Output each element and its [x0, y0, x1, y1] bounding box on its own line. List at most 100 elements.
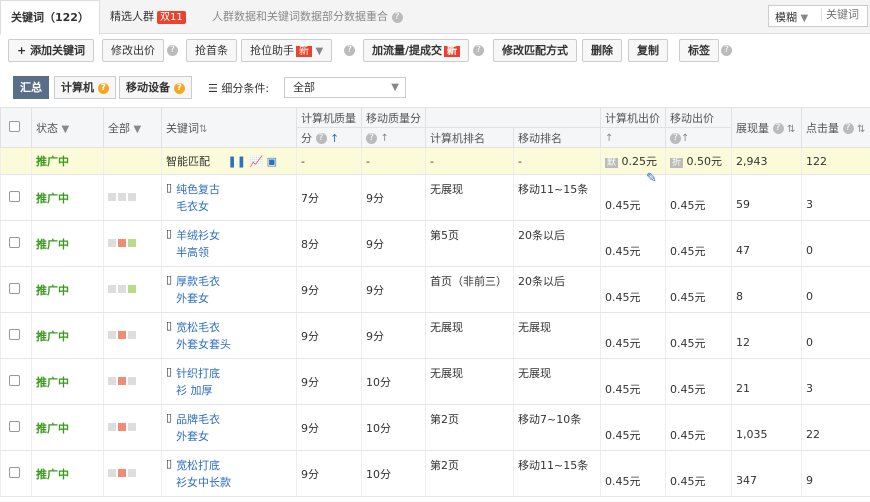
question-icon[interactable]: ? [366, 132, 377, 144]
clicks-header-label: 点击量 [806, 121, 839, 135]
pc-bid-sub[interactable]: ↑ [600, 127, 666, 148]
pc-bid[interactable]: 0.45元 [600, 266, 666, 313]
tab-bar: 关键词（122） 精选人群 双11 人群数据和关键词数据部分数据重合 ? 模糊 ▼ [0, 0, 870, 35]
pc-bid-header[interactable]: 计算机出价 [600, 107, 666, 128]
quality-squares [103, 358, 162, 405]
keyword-link[interactable]: 品牌毛衣 外套女 [176, 411, 220, 445]
pc-quality-score: 9分 [296, 266, 362, 313]
tag-button[interactable]: 标签 [679, 39, 719, 62]
all-header[interactable]: 全部 ▼ [103, 107, 162, 148]
row-checkbox[interactable] [9, 236, 20, 248]
mobile-bid[interactable]: 0.45元 [665, 450, 732, 497]
impressions-header[interactable]: 展现量 ? ⇅ [731, 107, 802, 148]
pc-bid[interactable]: 0.45元 [600, 450, 666, 497]
row-checkbox[interactable] [9, 420, 20, 432]
copy-button[interactable]: 复制 [628, 39, 668, 62]
question-icon[interactable]: ? [391, 11, 403, 23]
mobile-quality-sub[interactable]: ? ↑ [361, 127, 426, 148]
keyword-link[interactable]: 羊绒衫女 半高领 [176, 227, 220, 261]
search-input[interactable] [821, 8, 867, 21]
question-icon[interactable]: ? [315, 133, 327, 144]
mobile-chart-icon[interactable]: ▣ [267, 155, 277, 168]
trend-chart-icon[interactable]: 📈 [249, 155, 263, 168]
keyword-link[interactable]: 宽松毛衣 外套女套头 [176, 319, 231, 353]
question-icon[interactable]: ? [173, 82, 185, 94]
keyword-link[interactable]: 宽松打底 衫女中长款 [176, 457, 231, 491]
smart-mobile-bid[interactable]: 折 0.50元 [665, 147, 732, 175]
modify-bid-button[interactable]: 修改出价 [102, 39, 164, 62]
pc-bid[interactable]: 0.45元 [600, 220, 666, 267]
pc-quality-score: 9分 [296, 404, 362, 451]
question-icon[interactable]: ? [721, 45, 732, 56]
segment-summary[interactable]: 汇总 [13, 76, 49, 99]
row-checkbox[interactable] [9, 466, 20, 478]
rank-helper-button[interactable]: 抢位助手新 ▼ [241, 39, 333, 62]
pc-bid[interactable]: 0.45元 [600, 312, 666, 359]
quality-square [128, 331, 136, 339]
search-mode-label: 模糊 [775, 11, 797, 24]
status-header[interactable]: 状态 ▼ [31, 107, 104, 148]
search-mode-select[interactable]: 模糊 ▼ [775, 9, 808, 25]
keyword-table: 状态 ▼ 全部 ▼ 关键词⇅ 计算机质量 移动质量分 计算机出价 移动出价 展现… [0, 107, 870, 497]
tab-keywords[interactable]: 关键词（122） [0, 0, 100, 35]
pc-quality-sub[interactable]: 分 ? ↑ [296, 127, 362, 148]
row-checkbox[interactable] [9, 282, 20, 294]
mobile-bid[interactable]: 0.45元 [665, 312, 732, 359]
question-icon[interactable]: ? [670, 132, 681, 144]
mobile-quality-header[interactable]: 移动质量分 [361, 107, 426, 128]
segment-pc[interactable]: 计算机 ? [54, 76, 116, 99]
add-traffic-button[interactable]: 加流量/提成交新 [363, 39, 470, 62]
pc-quality-score: 9分 [296, 450, 362, 497]
keyword-cell: ▯ 厚款毛衣 外套女 [161, 266, 297, 313]
row-checkbox-cell [0, 174, 32, 221]
list-icon: ☰ [208, 82, 218, 95]
mobile-bid-header-label: 移动出价 [670, 111, 714, 125]
question-icon[interactable]: ? [344, 45, 355, 56]
quality-square [118, 423, 126, 431]
pc-bid[interactable]: 0.45元 [600, 404, 666, 451]
add-keyword-button[interactable]: + 添加关键词 [8, 39, 95, 62]
question-icon[interactable]: ? [473, 45, 484, 56]
edit-pencil-icon[interactable]: ✎ [646, 171, 657, 186]
delete-button[interactable]: 删除 [582, 39, 622, 62]
row-checkbox[interactable] [9, 328, 20, 340]
segment-mobile[interactable]: 移动设备 ? [119, 76, 192, 99]
mobile-bid[interactable]: 0.45元 [665, 358, 732, 405]
mobile-bid-sub[interactable]: ? ↑ [665, 127, 732, 148]
clicks-header[interactable]: 点击量 ? ⇅ [801, 107, 870, 148]
grab-first-button[interactable]: 抢首条 [186, 39, 237, 62]
mobile-bid[interactable]: 0.45元 [665, 220, 732, 267]
keyword-line-2: 衫 加厚 [176, 383, 213, 397]
question-icon[interactable]: ? [842, 123, 854, 134]
mobile-rank: 20条以后 [513, 220, 601, 267]
question-icon[interactable]: ? [772, 123, 784, 134]
question-icon[interactable]: ? [167, 45, 178, 56]
mobile-device-icon: ▯ [166, 364, 173, 378]
keyword-link[interactable]: 厚款毛衣 外套女 [176, 273, 220, 307]
change-match-button[interactable]: 修改匹配方式 [493, 39, 577, 62]
pc-bid[interactable]: 0.45元 [600, 358, 666, 405]
mobile-bid-header[interactable]: 移动出价 [665, 107, 732, 128]
new-badge: 新 [444, 46, 461, 57]
mobile-rank: 移动7~10条 [513, 404, 601, 451]
keyword-cell: ▯ 纯色复古 毛衣女 [161, 174, 297, 221]
keyword-header[interactable]: 关键词⇅ [161, 107, 297, 148]
pause-icon[interactable]: ❚❚ [228, 155, 246, 168]
row-checkbox[interactable] [9, 190, 20, 202]
tab-crowd[interactable]: 精选人群 双11 [100, 0, 196, 34]
quality-square [118, 331, 126, 339]
pc-bid-header-label: 计算机出价 [605, 111, 660, 125]
question-icon[interactable]: ? [97, 82, 109, 94]
select-all-checkbox[interactable] [9, 120, 20, 132]
pc-quality-header[interactable]: 计算机质量 [296, 107, 362, 128]
pc-rank: 首页（非前三） [425, 266, 514, 313]
smart-row-all-cell [103, 147, 162, 175]
filter-select[interactable]: 全部 ▼ [284, 77, 406, 98]
row-checkbox[interactable] [9, 374, 20, 386]
mobile-bid[interactable]: 0.45元 [665, 404, 732, 451]
keyword-link[interactable]: 针织打底衫 加厚 [176, 365, 220, 399]
sort-icon: ⇅ [787, 123, 796, 135]
mobile-bid[interactable]: 0.45元 [665, 266, 732, 313]
mobile-bid[interactable]: 0.45元 [665, 174, 732, 221]
keyword-link[interactable]: 纯色复古 毛衣女 [176, 181, 220, 215]
